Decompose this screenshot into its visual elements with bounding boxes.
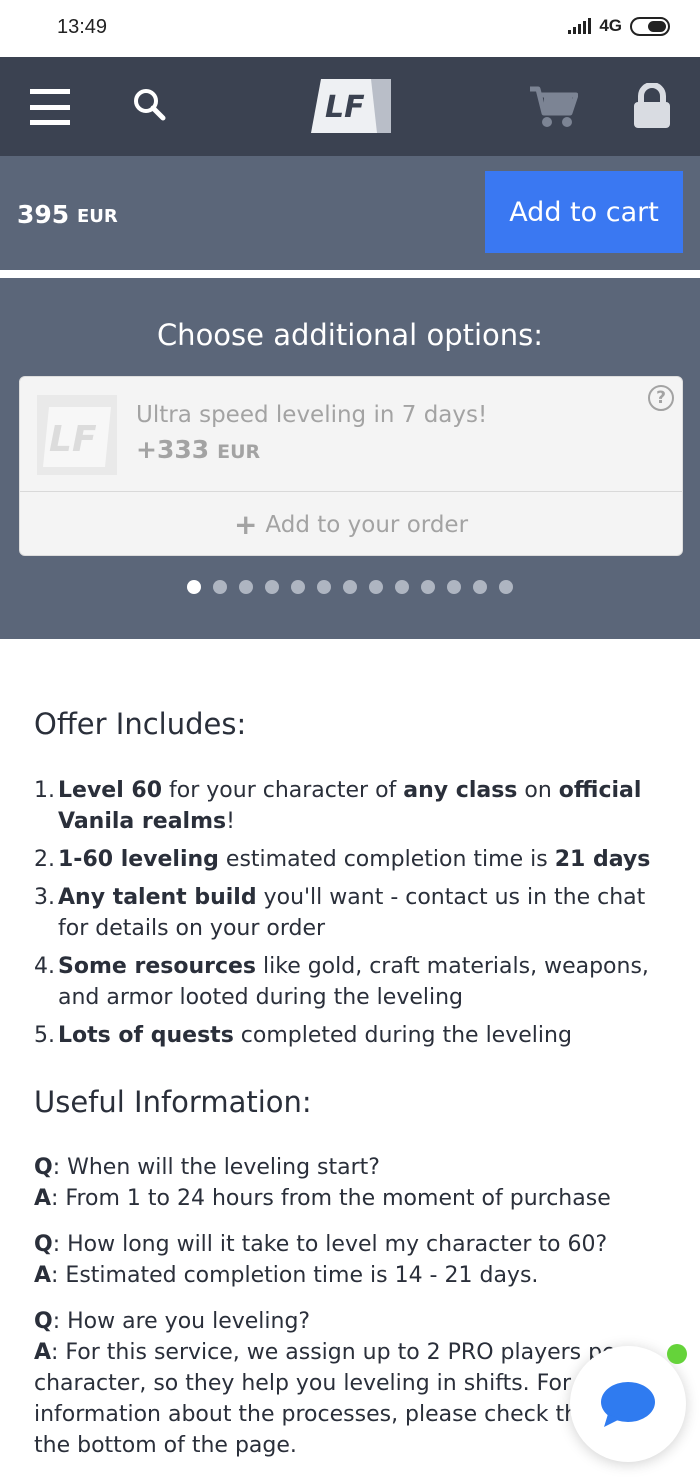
top-navbar: LF bbox=[0, 57, 700, 156]
offer-text: ! bbox=[226, 809, 235, 834]
price-value: 395 bbox=[17, 200, 70, 229]
offer-list-item: 1. Level 60 for your character of any cla… bbox=[34, 775, 674, 837]
chat-bubble-icon bbox=[601, 1382, 655, 1427]
answer: A: From 1 to 24 hours from the moment of… bbox=[34, 1183, 674, 1214]
section-divider bbox=[0, 270, 700, 278]
list-number: 2. bbox=[34, 847, 55, 872]
search-icon[interactable] bbox=[132, 87, 166, 125]
signal-icon bbox=[568, 18, 592, 34]
list-number: 4. bbox=[34, 954, 55, 979]
carousel-dot[interactable] bbox=[265, 580, 279, 594]
price-currency: EUR bbox=[77, 206, 118, 227]
carousel-dot[interactable] bbox=[447, 580, 461, 594]
offer-highlight: any class bbox=[403, 778, 518, 803]
answer-text: : From 1 to 24 hours from the moment of … bbox=[51, 1186, 611, 1211]
offer-highlight: Some resources bbox=[58, 954, 257, 979]
offer-list-item: 2. 1-60 leveling estimated completion tim… bbox=[34, 844, 674, 875]
online-status-indicator bbox=[667, 1344, 687, 1364]
status-time: 13:49 bbox=[57, 16, 108, 38]
answer-label: A bbox=[34, 1186, 52, 1211]
status-indicators: 4G bbox=[568, 16, 670, 36]
offer-highlight: 21 days bbox=[554, 847, 651, 872]
offer-text: completed during the leveling bbox=[233, 1023, 572, 1048]
logo-text: LF bbox=[325, 90, 365, 125]
add-to-cart-button[interactable]: Add to cart bbox=[485, 171, 683, 253]
carousel-dot[interactable] bbox=[473, 580, 487, 594]
option-thumbnail: LF bbox=[37, 395, 117, 475]
answer-label: A bbox=[34, 1263, 52, 1288]
question: Q: How are you leveling? bbox=[34, 1306, 674, 1337]
answer-text: : Estimated completion time is 14 - 21 d… bbox=[51, 1263, 539, 1288]
offer-list-item: 5. Lots of quests completed during the le… bbox=[34, 1020, 674, 1051]
cart-icon[interactable] bbox=[528, 85, 579, 133]
question-label: Q bbox=[34, 1232, 53, 1257]
offer-highlight: Level 60 bbox=[58, 778, 163, 803]
carousel-dot[interactable] bbox=[291, 580, 305, 594]
description: Offer Includes: 1. Level 60 for your char… bbox=[0, 639, 700, 1477]
help-icon[interactable]: ? bbox=[648, 385, 674, 411]
list-number: 5. bbox=[34, 1023, 55, 1048]
carousel-dot[interactable] bbox=[369, 580, 383, 594]
offer-title: Offer Includes: bbox=[34, 707, 247, 741]
question: Q: How long will it take to level my cha… bbox=[34, 1229, 674, 1260]
options-title: Choose additional options: bbox=[156, 318, 544, 352]
option-card: LF Ultra speed leveling in 7 days! +333 E… bbox=[19, 376, 683, 556]
carousel-dot[interactable] bbox=[343, 580, 357, 594]
question-text: : How are you leveling? bbox=[52, 1309, 311, 1334]
price-bar: 395 EUR Add to cart bbox=[0, 156, 700, 270]
question-label: Q bbox=[34, 1155, 53, 1180]
battery-icon bbox=[630, 16, 670, 36]
status-bar: 13:49 4G bbox=[0, 0, 700, 57]
network-type: 4G bbox=[599, 16, 622, 35]
qa-item: Q: When will the leveling start? A: From… bbox=[34, 1152, 674, 1214]
carousel-dot[interactable] bbox=[317, 580, 331, 594]
carousel-dot[interactable] bbox=[239, 580, 253, 594]
offer-list-item: 3. Any talent build you'll want - contact… bbox=[34, 882, 674, 944]
question-text: : How long will it take to level my char… bbox=[52, 1232, 608, 1257]
carousel-dot[interactable] bbox=[395, 580, 409, 594]
offer-text: on bbox=[517, 778, 559, 803]
list-number: 1. bbox=[34, 778, 55, 803]
additional-options: Choose additional options: LF Ultra spee… bbox=[0, 278, 700, 639]
question-text: : When will the leveling start? bbox=[52, 1155, 380, 1180]
carousel-dot[interactable] bbox=[213, 580, 227, 594]
question: Q: When will the leveling start? bbox=[34, 1152, 674, 1183]
option-price-currency: EUR bbox=[217, 441, 261, 463]
offer-list: 1. Level 60 for your character of any cla… bbox=[34, 775, 674, 1058]
offer-highlight: Lots of quests bbox=[58, 1023, 234, 1048]
list-number: 3. bbox=[34, 885, 55, 910]
thumbnail-logo-text: LF bbox=[49, 419, 97, 460]
chat-button[interactable] bbox=[570, 1346, 686, 1462]
add-to-order-label: Add to your order bbox=[265, 511, 469, 538]
carousel-dot[interactable] bbox=[499, 580, 513, 594]
qa-item: Q: How long will it take to level my cha… bbox=[34, 1229, 674, 1291]
option-price: +333 EUR bbox=[136, 435, 260, 464]
add-to-order-button[interactable]: + Add to your order bbox=[20, 492, 682, 555]
option-name: Ultra speed leveling in 7 days! bbox=[136, 402, 488, 428]
carousel-dot[interactable] bbox=[421, 580, 435, 594]
offer-list-item: 4. Some resources like gold, craft materi… bbox=[34, 951, 674, 1013]
carousel-dot[interactable] bbox=[187, 580, 201, 594]
offer-highlight: Any talent build bbox=[58, 885, 257, 910]
info-title: Useful Information: bbox=[34, 1085, 312, 1119]
lock-icon[interactable] bbox=[632, 82, 672, 133]
offer-text: estimated completion time is bbox=[218, 847, 555, 872]
site-logo[interactable]: LF bbox=[311, 79, 391, 137]
carousel-dots bbox=[0, 580, 700, 594]
answer-label: A bbox=[34, 1340, 52, 1365]
offer-highlight: 1-60 leveling bbox=[58, 847, 219, 872]
answer: A: Estimated completion time is 14 - 21 … bbox=[34, 1260, 674, 1291]
offer-text: for your character of bbox=[162, 778, 404, 803]
plus-icon: + bbox=[233, 508, 258, 541]
option-price-value: +333 bbox=[136, 435, 210, 464]
question-label: Q bbox=[34, 1309, 53, 1334]
menu-icon[interactable] bbox=[30, 89, 70, 125]
